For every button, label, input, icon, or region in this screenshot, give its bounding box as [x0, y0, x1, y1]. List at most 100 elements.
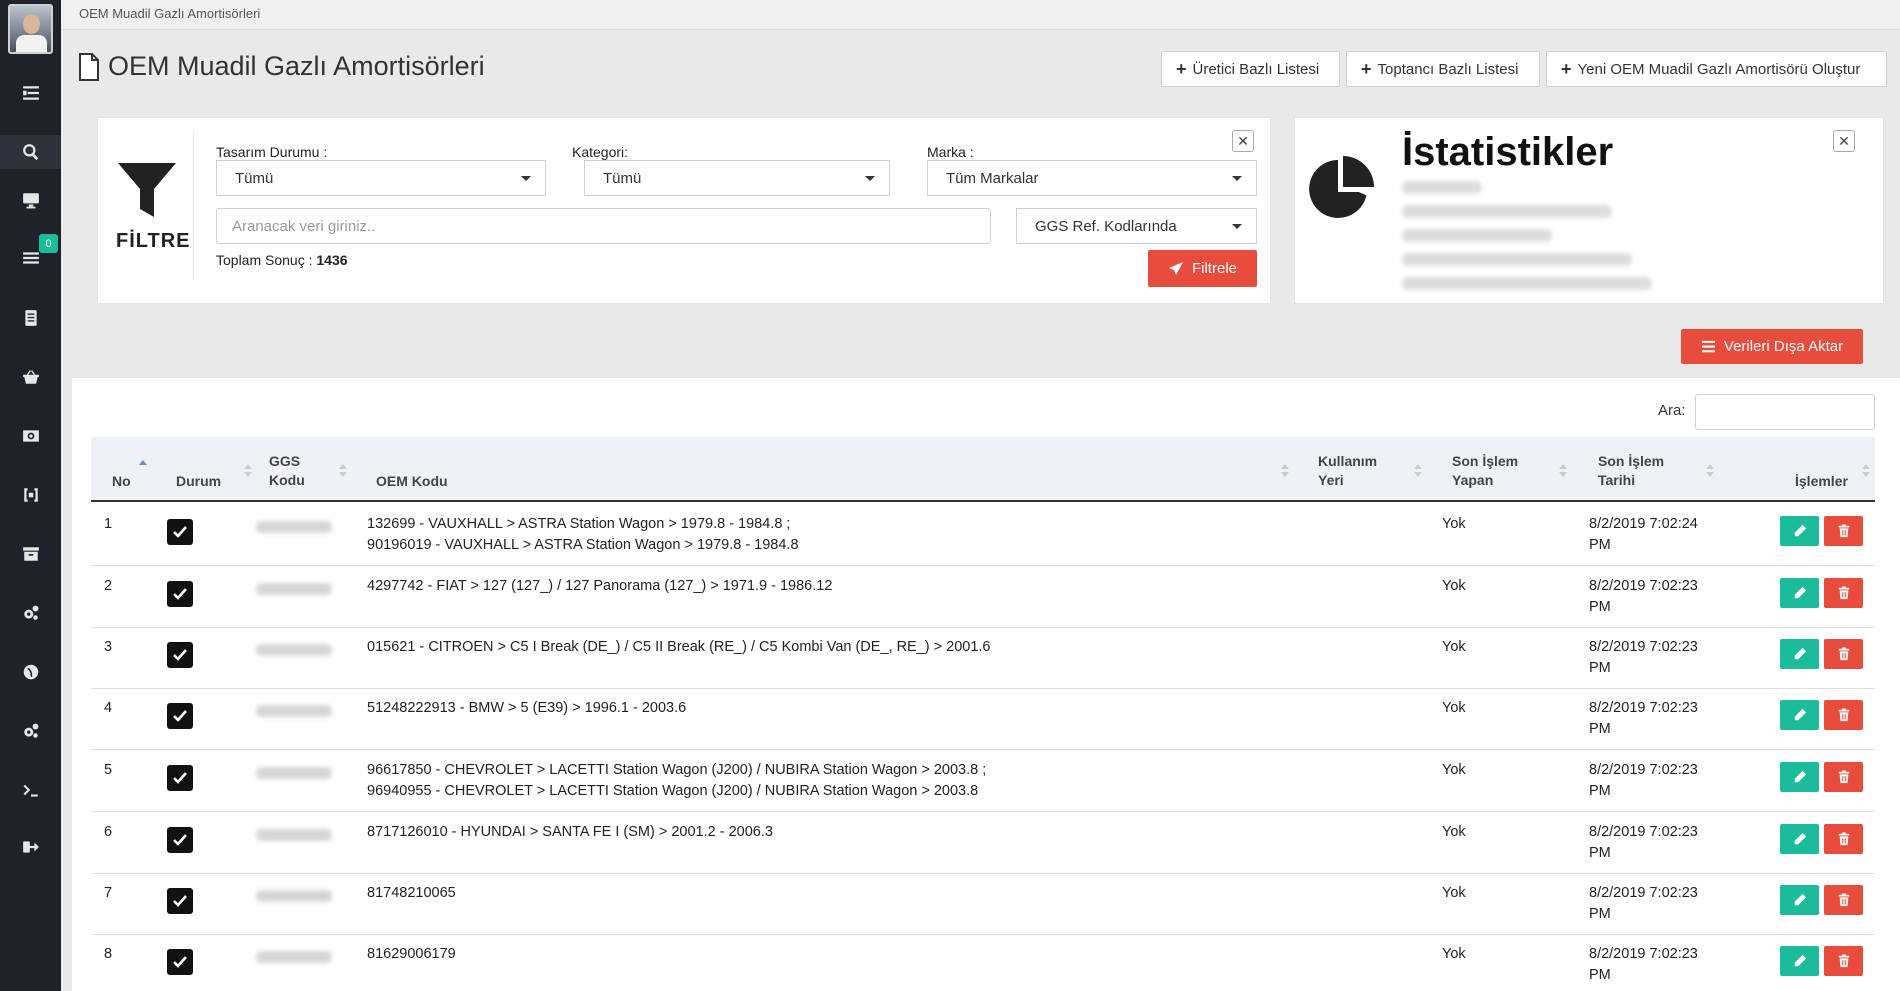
column-header-last-date[interactable]: Son İşlem Tarihi: [1598, 452, 1664, 490]
delete-button[interactable]: [1824, 762, 1863, 792]
trash-icon: [1838, 708, 1849, 722]
status-checkbox[interactable]: [167, 703, 193, 729]
table-row: 4 51248222913 - BMW > 5 (E39) > 1996.1 - …: [91, 688, 1875, 750]
ggs-code-blurred: [256, 951, 332, 963]
edit-button[interactable]: [1780, 639, 1819, 669]
checkmark-icon: [173, 956, 187, 968]
column-header-actions: İşlemler: [1795, 473, 1848, 489]
sort-icon[interactable]: [1862, 464, 1870, 478]
delete-button[interactable]: [1824, 824, 1863, 854]
status-checkbox[interactable]: [167, 765, 193, 791]
delete-button[interactable]: [1824, 946, 1863, 976]
filter-heading: FİLTRE: [116, 230, 191, 252]
table-row: 7 81748210065 Yok 8/2/2019 7:02:23 PM: [91, 873, 1875, 935]
status-checkbox[interactable]: [167, 949, 193, 975]
edit-button[interactable]: [1780, 946, 1819, 976]
filter-search-input[interactable]: Aranacak veri giriniz..: [216, 208, 991, 244]
paper-plane-icon: [1168, 261, 1183, 275]
column-header-ggs[interactable]: GGS Kodu: [269, 452, 305, 490]
caret-down-icon: [521, 176, 531, 181]
delete-button[interactable]: [1824, 578, 1863, 608]
settings-icon[interactable]: [0, 714, 61, 748]
oem-code: 015621 - CITROEN > C5 I Break (DE_) / C5…: [367, 637, 990, 658]
delete-button[interactable]: [1824, 516, 1863, 546]
last-date: 8/2/2019 7:02:23 PM: [1589, 637, 1698, 679]
brand-value: Tüm Markalar: [946, 169, 1039, 187]
breadcrumb[interactable]: OEM Muadil Gazlı Amortisörleri: [79, 6, 260, 21]
brand-select[interactable]: Tüm Markalar: [927, 160, 1257, 196]
column-header-last-by[interactable]: Son İşlem Yapan: [1452, 452, 1518, 490]
checkmark-icon: [173, 895, 187, 907]
producer-list-button[interactable]: + Üretici Bazlı Listesi: [1161, 51, 1340, 87]
sort-icon[interactable]: [339, 464, 347, 478]
money-icon[interactable]: [0, 419, 61, 453]
sort-icon[interactable]: [1414, 464, 1422, 478]
delete-button[interactable]: [1824, 639, 1863, 669]
search-icon[interactable]: [0, 135, 61, 169]
statistics-panel: İstatistikler ✕: [1294, 117, 1884, 304]
delete-button[interactable]: [1824, 700, 1863, 730]
archive-icon[interactable]: [0, 537, 61, 571]
list-icon[interactable]: 0: [0, 234, 61, 275]
last-date-line1: 8/2/2019 7:02:23: [1589, 946, 1698, 962]
last-date-line2: PM: [1589, 845, 1611, 861]
gears-icon[interactable]: [0, 596, 61, 630]
column-header-status[interactable]: Durum: [176, 472, 221, 491]
bracket-icon[interactable]: [0, 478, 61, 512]
divider: [193, 130, 194, 280]
checkmark-icon: [173, 526, 187, 538]
oem-code-line2: 96940955 - CHEVROLET > LACETTI Station W…: [367, 783, 979, 799]
close-icon[interactable]: ✕: [1232, 130, 1254, 152]
last-date-line1: 8/2/2019 7:02:23: [1589, 639, 1698, 655]
status-checkbox[interactable]: [167, 519, 193, 545]
last-date-line1: 8/2/2019 7:02:23: [1589, 885, 1698, 901]
wholesaler-list-button[interactable]: + Toptancı Bazlı Listesi: [1346, 51, 1540, 87]
globe-icon[interactable]: [0, 655, 61, 689]
checkmark-icon: [173, 834, 187, 846]
monitor-icon[interactable]: [0, 183, 61, 217]
column-header-no[interactable]: No: [112, 472, 131, 491]
terminal-icon[interactable]: [0, 773, 61, 807]
sort-icon[interactable]: [1706, 464, 1714, 478]
design-status-value: Tümü: [235, 169, 274, 187]
design-status-select[interactable]: Tümü: [216, 160, 546, 196]
edit-button[interactable]: [1780, 516, 1819, 546]
oem-code-line1: 132699 - VAUXHALL > ASTRA Station Wagon …: [367, 516, 791, 532]
plus-icon: +: [1361, 58, 1372, 79]
ggs-code-blurred: [256, 583, 332, 595]
status-checkbox[interactable]: [167, 888, 193, 914]
document-icon[interactable]: [0, 301, 61, 335]
edit-button[interactable]: [1780, 824, 1819, 854]
edit-button[interactable]: [1780, 700, 1819, 730]
avatar[interactable]: [8, 4, 53, 54]
status-checkbox[interactable]: [167, 642, 193, 668]
table-search-input[interactable]: [1695, 394, 1875, 430]
basket-icon[interactable]: [0, 360, 61, 394]
delete-button[interactable]: [1824, 885, 1863, 915]
close-icon[interactable]: ✕: [1833, 130, 1855, 152]
status-checkbox[interactable]: [167, 581, 193, 607]
status-checkbox[interactable]: [167, 827, 193, 853]
edit-button[interactable]: [1780, 885, 1819, 915]
export-button[interactable]: Verileri Dışa Aktar: [1681, 329, 1863, 364]
edit-button[interactable]: [1780, 762, 1819, 792]
filter-submit-button[interactable]: Filtrele: [1148, 250, 1257, 287]
column-header-oem[interactable]: OEM Kodu: [376, 472, 448, 491]
sort-icon[interactable]: [1281, 464, 1289, 478]
column-header-usage[interactable]: Kullanım Yeri: [1318, 452, 1377, 490]
page-title: OEM Muadil Gazlı Amortisörleri: [78, 51, 485, 82]
create-new-button[interactable]: + Yeni OEM Muadil Gazlı Amortisörü Oluştu…: [1546, 51, 1887, 87]
oem-code-line1: 81748210065: [367, 885, 456, 901]
search-scope-select[interactable]: GGS Ref. Kodlarında: [1016, 208, 1257, 244]
menu-icon[interactable]: [0, 76, 61, 110]
logout-icon[interactable]: [0, 830, 61, 864]
last-by: Yok: [1442, 516, 1466, 532]
category-select[interactable]: Tümü: [584, 160, 890, 196]
sort-icon[interactable]: [244, 464, 252, 478]
row-number: 4: [104, 700, 113, 716]
edit-button[interactable]: [1780, 578, 1819, 608]
blurred-stat: [1402, 277, 1652, 290]
sort-icon[interactable]: [1559, 464, 1567, 478]
plus-icon: +: [1176, 58, 1187, 79]
sort-asc-icon[interactable]: [139, 460, 147, 474]
